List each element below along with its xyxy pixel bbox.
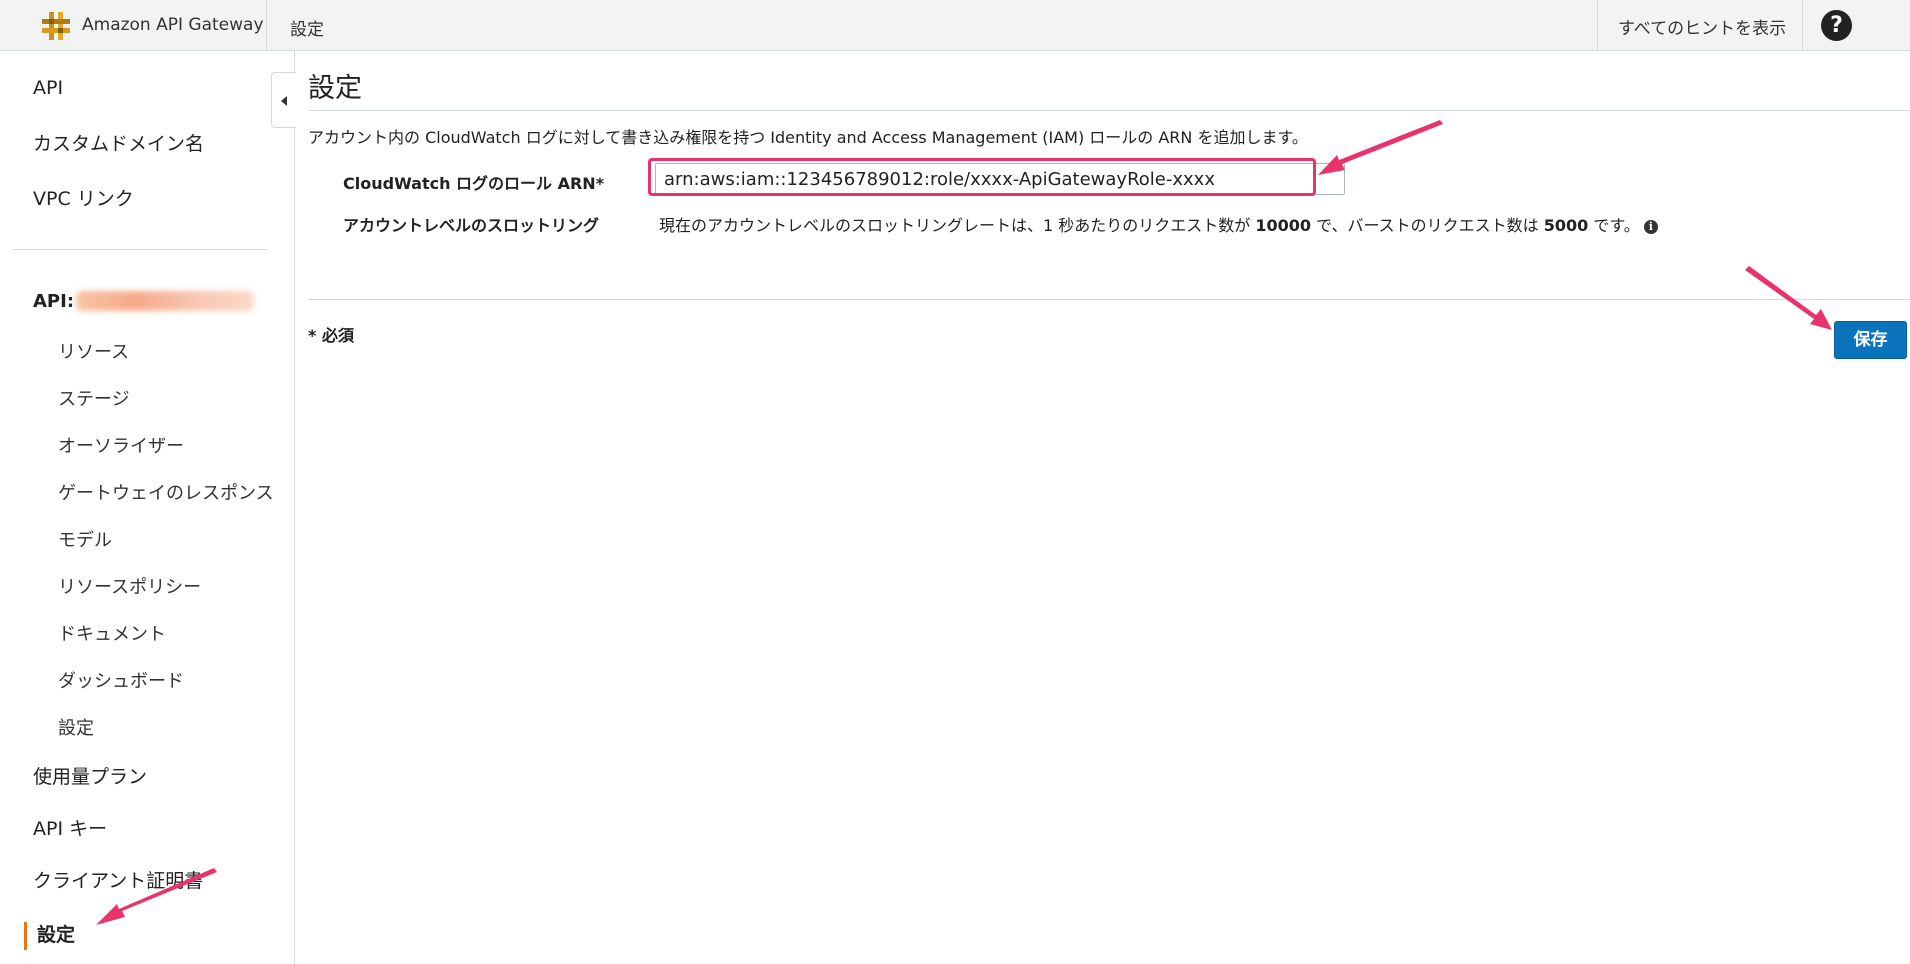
api-section-label[interactable]: API:	[33, 291, 74, 312]
sidebar-item-custom-domains[interactable]: カスタムドメイン名	[33, 129, 204, 156]
sidebar-item-usage-plans[interactable]: 使用量プラン	[33, 762, 147, 789]
active-item-indicator	[24, 922, 27, 950]
sidebar-item-resources[interactable]: リソース	[58, 338, 129, 364]
redacted-api-name[interactable]	[76, 291, 254, 311]
throttle-burst: 5000	[1543, 216, 1589, 235]
throttle-text: です。	[1588, 216, 1640, 235]
sidebar: API カスタムドメイン名 VPC リンク API: リソース ステージ オーソ…	[0, 51, 295, 964]
sidebar-item-vpc-links[interactable]: VPC リンク	[33, 184, 134, 211]
header-divider	[266, 0, 267, 51]
account-throttling-value: 現在のアカウントレベルのスロットリングレートは、1 秒あたりのリクエスト数が 1…	[659, 212, 1658, 236]
form-divider	[308, 299, 1910, 300]
sidebar-item-gateway-responses[interactable]: ゲートウェイのレスポンス	[58, 479, 274, 505]
help-icon[interactable]: ?	[1821, 10, 1852, 41]
info-icon[interactable]: i	[1643, 220, 1658, 234]
cloudwatch-role-arn-label: CloudWatch ログのロール ARN*	[343, 174, 605, 193]
required-note: * 必須	[308, 326, 354, 345]
annotation-arrow-icon	[1745, 266, 1832, 330]
api-gateway-logo-icon[interactable]	[40, 10, 72, 42]
sidebar-item-authorizers[interactable]: オーソライザー	[58, 432, 184, 458]
page-description: アカウント内の CloudWatch ログに対して書き込み権限を持つ Ident…	[308, 128, 1308, 147]
page-title: 設定	[308, 73, 362, 104]
sidebar-item-api-settings[interactable]: 設定	[58, 714, 94, 740]
sidebar-item-stages[interactable]: ステージ	[58, 385, 130, 411]
throttle-text: で、バーストのリクエスト数は	[1311, 216, 1544, 235]
sidebar-item-models[interactable]: モデル	[58, 526, 112, 552]
title-divider	[308, 110, 1910, 111]
throttle-text: 現在のアカウントレベルのスロットリングレートは、1 秒あたりのリクエスト数が	[659, 216, 1256, 235]
breadcrumb: 設定	[290, 20, 324, 40]
show-all-hints-link[interactable]: すべてのヒントを表示	[1618, 14, 1786, 39]
sidebar-item-documentation[interactable]: ドキュメント	[58, 620, 166, 646]
sidebar-item-dashboard[interactable]: ダッシュボード	[58, 667, 184, 693]
account-throttling-label: アカウントレベルのスロットリング	[343, 216, 600, 235]
header-divider	[1802, 0, 1803, 51]
sidebar-item-resource-policy[interactable]: リソースポリシー	[58, 573, 201, 599]
top-bar: Amazon API Gateway 設定 すべてのヒントを表示 ?	[0, 0, 1910, 51]
sidebar-item-api-keys[interactable]: API キー	[33, 814, 107, 841]
collapse-sidebar-button[interactable]	[271, 72, 296, 128]
brand-name[interactable]: Amazon API Gateway	[82, 15, 264, 35]
sidebar-item-client-certificates[interactable]: クライアント証明書	[33, 866, 203, 893]
sidebar-item-settings[interactable]: 設定	[37, 920, 75, 947]
caret-left-icon	[281, 96, 287, 106]
sidebar-divider	[12, 249, 268, 250]
cloudwatch-role-arn-input[interactable]	[655, 163, 1345, 195]
sidebar-item-api[interactable]: API	[33, 77, 63, 99]
header-divider	[1597, 0, 1598, 51]
throttle-rate: 10000	[1255, 216, 1312, 235]
save-button[interactable]: 保存	[1834, 321, 1907, 359]
